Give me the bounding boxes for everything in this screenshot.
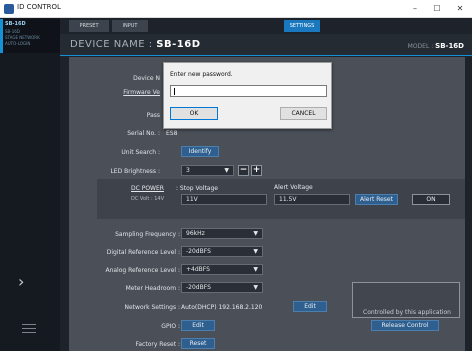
digital-ref-value: -20dBFS: [186, 248, 211, 255]
alert-reset-button[interactable]: Alert Reset: [355, 194, 398, 205]
dc-power-label: DC POWER: [131, 185, 164, 192]
led-decrease-button[interactable]: −: [238, 165, 249, 176]
hamburger-menu-icon[interactable]: [22, 324, 36, 334]
unit-search-row-label: Unit Search :: [121, 149, 160, 156]
analog-ref-select[interactable]: +4dBFS ▼: [181, 264, 263, 275]
expand-chevron-icon[interactable]: ›: [18, 272, 24, 291]
left-sidebar: SB-16D SB-16D STAGE NETWORK AUTO-LOGIN ›: [0, 18, 60, 351]
window-title: ID CONTROL: [17, 3, 61, 11]
alert-voltage-label: Alert Voltage: [274, 184, 313, 191]
ok-button[interactable]: OK: [170, 107, 218, 120]
sampling-row-label: Sampling Frequency :: [115, 231, 180, 238]
dropdown-arrow-icon: ▼: [253, 248, 258, 255]
network-edit-button[interactable]: Edit: [293, 301, 327, 312]
stop-voltage-field[interactable]: 11V: [181, 194, 267, 205]
cancel-button[interactable]: CANCEL: [280, 107, 327, 120]
controlled-text: Controlled by this application: [363, 309, 451, 316]
network-row-label: Network Settings :: [124, 304, 181, 311]
firmware-row-label: Firmware Ve: [123, 89, 160, 96]
led-brightness-row-label: LED Brightness :: [110, 168, 160, 175]
tab-preset[interactable]: PRESET: [69, 20, 109, 32]
meter-headroom-select[interactable]: -20dBFS ▼: [181, 282, 263, 293]
led-increase-button[interactable]: +: [251, 165, 262, 176]
alert-voltage-field[interactable]: 11.5V: [274, 194, 350, 205]
dc-volt-label: DC Volt : 14V: [131, 196, 165, 202]
analog-ref-value: +4dBFS: [186, 266, 210, 273]
tab-input[interactable]: INPUT: [112, 20, 148, 32]
on-button[interactable]: ON: [412, 194, 450, 205]
digital-ref-select[interactable]: -20dBFS ▼: [181, 246, 263, 257]
digital-ref-row-label: Digital Reference Level :: [106, 249, 180, 256]
device-name-heading: DEVICE NAME : SB-16D: [70, 39, 201, 50]
sampling-value: 96kHz: [186, 230, 205, 237]
dialog-message: Enter new password.: [170, 71, 233, 78]
close-button[interactable]: ✕: [449, 1, 471, 17]
maximize-button[interactable]: ☐: [426, 1, 448, 17]
password-dialog: Enter new password. OK CANCEL: [163, 62, 332, 129]
device-item-line2: STAGE NETWORK: [5, 35, 40, 40]
tab-settings[interactable]: SETTINGS: [284, 20, 320, 32]
app-icon: [4, 4, 14, 14]
stop-voltage-label: : Stop Voltage: [176, 185, 218, 192]
gpio-edit-button[interactable]: Edit: [181, 320, 215, 331]
led-brightness-select[interactable]: 3 ▼: [181, 165, 234, 176]
device-item-line3: AUTO-LOGIN: [5, 41, 31, 46]
identify-button[interactable]: Identify: [181, 146, 219, 157]
factory-reset-row-label: Factory Reset :: [135, 341, 180, 348]
app-window: ID CONTROL – ☐ ✕ SB-16D SB-16D STAGE NET…: [0, 0, 472, 351]
release-control-button[interactable]: Release Control: [371, 320, 439, 331]
dropdown-arrow-icon: ▼: [253, 230, 258, 237]
factory-reset-button[interactable]: Reset: [181, 338, 215, 349]
minimize-button[interactable]: –: [404, 1, 426, 17]
analog-ref-row-label: Analog Reference Level :: [105, 267, 180, 274]
device-name-prefix: DEVICE NAME :: [70, 39, 157, 50]
meter-headroom-value: -20dBFS: [186, 284, 211, 291]
device-name-value: SB-16D: [156, 39, 201, 50]
model-prefix: MODEL :: [407, 43, 436, 50]
text-caret: [174, 88, 175, 95]
model-label: MODEL : SB-16D: [408, 42, 464, 50]
sampling-select[interactable]: 96kHz ▼: [181, 228, 263, 239]
password-input[interactable]: [170, 85, 327, 97]
serial-row-label: Serial No. :: [127, 130, 160, 137]
password-row-label: Pass: [146, 112, 160, 119]
serial-value: ES8: [166, 130, 178, 137]
gpio-row-label: GPIO :: [161, 323, 180, 330]
device-item-label: SB-16D: [5, 21, 26, 27]
device-header: DEVICE NAME : SB-16D MODEL : SB-16D: [60, 34, 472, 56]
dropdown-arrow-icon: ▼: [253, 284, 258, 291]
dropdown-arrow-icon: ▼: [253, 266, 258, 273]
window-titlebar: ID CONTROL – ☐ ✕: [0, 0, 472, 18]
meter-headroom-row-label: Meter Headroom :: [125, 285, 180, 292]
led-brightness-value: 3: [186, 167, 190, 174]
device-name-row-label: Device N: [133, 75, 160, 82]
network-value: Auto(DHCP) 192.168.2.120: [181, 304, 263, 311]
dropdown-arrow-icon: ▼: [224, 167, 229, 174]
device-list-item[interactable]: SB-16D SB-16D STAGE NETWORK AUTO-LOGIN: [0, 19, 60, 53]
device-item-line1: SB-16D: [5, 29, 20, 34]
model-value: SB-16D: [435, 42, 464, 50]
